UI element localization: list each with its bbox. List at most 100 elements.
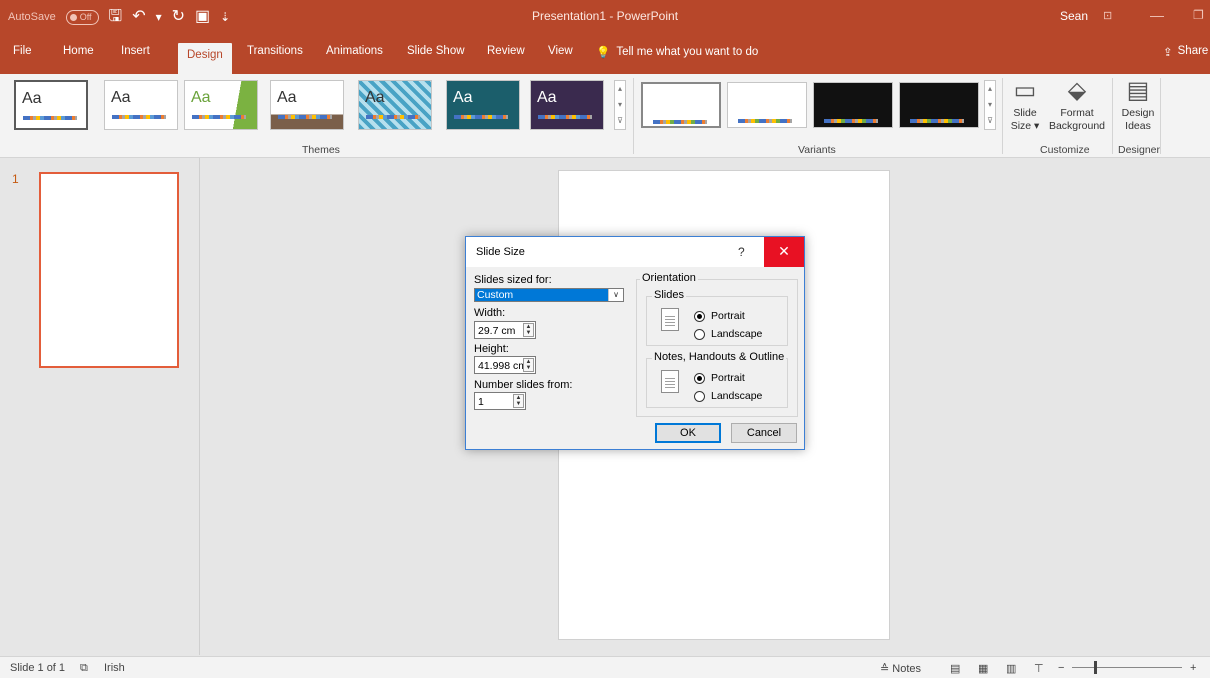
zoom-slider-thumb[interactable] [1094,661,1097,674]
slide-size-button[interactable]: ▭ Slide Size ▾ [1008,78,1042,133]
zoom-out-icon[interactable]: − [1058,662,1064,674]
tell-me-text: Tell me what you want to do [616,46,759,58]
zoom-slider[interactable] [1072,667,1182,668]
variants-group-label: Variants [798,144,836,156]
slide-number: 1 [12,172,19,186]
maximize-icon[interactable]: ❐ [1193,8,1204,22]
tab-view[interactable]: View [548,45,573,57]
width-label: Width: [474,307,506,319]
normal-view-icon[interactable]: ▤ [950,662,960,675]
tab-insert[interactable]: Insert [121,45,150,57]
slide-size-label-2: Size ▾ [1010,120,1040,132]
variant-1[interactable] [641,82,721,128]
variant-2[interactable] [727,82,807,128]
group-separator [633,78,634,154]
sized-for-dropdown[interactable]: Custom ∨ [474,288,624,302]
design-ideas-button[interactable]: ▤ Design Ideas [1118,78,1158,133]
share-button[interactable]: ⇪ Share [1163,45,1208,59]
radio-unselected[interactable] [694,328,705,340]
slide-show-view-icon[interactable]: ⊤ [1034,662,1044,675]
notes-portrait-option[interactable]: Portrait [694,372,745,384]
notes-icon: ≙ [880,663,893,675]
tab-slide-show[interactable]: Slide Show [407,45,465,57]
variants-gallery-scroll[interactable]: ▴ ▾ ⊽ [984,80,996,130]
tab-transitions[interactable]: Transitions [247,45,303,57]
theme-ion[interactable]: Aa [446,80,520,130]
landscape-label: Landscape [711,390,763,402]
theme-color-bar [278,115,332,119]
portrait-label: Portrait [711,372,745,384]
slides-portrait-option[interactable]: Portrait [694,310,745,322]
spelling-check-icon[interactable]: ⧉ [80,662,88,675]
width-spinner[interactable]: 29.7 cm ▲ ▼ [474,321,536,339]
dialog-title-bar: Slide Size ? ✕ [466,237,804,267]
landscape-label: Landscape [711,328,763,340]
theme-facet[interactable]: Aa [184,80,258,130]
ok-button[interactable]: OK [655,423,721,443]
slide-thumbnail[interactable] [39,172,179,368]
theme-color-bar [366,115,420,119]
notes-landscape-option[interactable]: Landscape [694,390,762,402]
slides-landscape-option[interactable]: Landscape [694,328,762,340]
theme-preview-text: Aa [453,89,473,106]
number-from-label: Number slides from: [474,379,573,391]
zoom-in-icon[interactable]: + [1190,662,1196,674]
tab-home[interactable]: Home [63,45,94,57]
variant-color-bar [653,120,707,124]
tell-me-box[interactable]: 💡 Tell me what you want to do [596,45,758,59]
theme-office-2[interactable]: Aa [104,80,178,130]
slide-thumbnail-pane: 1 [0,158,200,655]
theme-preview-text: Aa [111,89,131,106]
spin-arrows-icon[interactable]: ▲ ▼ [523,358,534,372]
help-button[interactable]: ? [738,245,745,259]
radio-selected[interactable] [694,372,705,384]
variant-3[interactable] [813,82,893,128]
tab-animations[interactable]: Animations [326,45,383,57]
theme-color-bar [454,115,508,119]
radio-selected[interactable] [694,310,705,322]
format-background-label-1: Format [1060,107,1094,119]
document-title: Presentation1 - PowerPoint [531,9,679,23]
cancel-button[interactable]: Cancel [731,423,797,443]
user-name[interactable]: Sean [1060,9,1088,23]
theme-preview-text: Aa [365,89,385,106]
tab-file[interactable]: File [13,45,32,57]
language-indicator[interactable]: Irish [104,662,125,674]
theme-color-bar [112,115,166,119]
minimize-icon[interactable]: — [1150,7,1164,23]
width-value: 29.7 cm [478,325,516,337]
design-ideas-icon: ▤ [1126,77,1150,104]
slide-info: Slide 1 of 1 [10,662,66,674]
theme-color-bar [23,116,77,120]
variant-color-bar [738,119,792,123]
radio-unselected[interactable] [694,390,705,402]
tab-review[interactable]: Review [487,45,525,57]
height-spinner[interactable]: 41.998 cm ▲ ▼ [474,356,536,374]
theme-organic[interactable]: Aa [530,80,604,130]
chevron-down-icon[interactable]: ∨ [608,289,623,301]
sized-for-label: Slides sized for: [474,274,552,286]
notes-button[interactable]: ≙ Notes [880,662,921,675]
tab-design[interactable]: Design [178,43,232,76]
sized-for-value: Custom [475,289,608,301]
format-background-label-2: Background [1048,120,1106,132]
design-ideas-label-1: Design [1121,107,1155,119]
spin-arrows-icon[interactable]: ▲ ▼ [523,323,534,337]
variant-color-bar [910,119,964,123]
themes-gallery-scroll[interactable]: ▴ ▾ ⊽ [614,80,626,130]
number-from-spinner[interactable]: 1 ▲ ▼ [474,392,526,410]
themes-group-label: Themes [302,144,340,156]
height-value: 41.998 cm [478,360,528,372]
slide-size-label-1: Slide [1013,107,1037,119]
close-button[interactable]: ✕ [764,237,804,267]
theme-integral[interactable]: Aa [270,80,344,130]
spin-arrows-icon[interactable]: ▲ ▼ [513,394,524,408]
theme-ion-boardroom[interactable]: Aa [358,80,432,130]
reading-view-icon[interactable]: ▥ [1006,662,1016,675]
theme-office[interactable]: Aa [14,80,88,130]
variant-4[interactable] [899,82,979,128]
format-background-button[interactable]: ⬙ Format Background [1046,78,1108,133]
ribbon-display-options-icon[interactable]: ⊡ [1103,9,1112,22]
design-ideas-label-2: Ideas [1125,120,1151,132]
slide-sorter-icon[interactable]: ▦ [978,662,988,675]
